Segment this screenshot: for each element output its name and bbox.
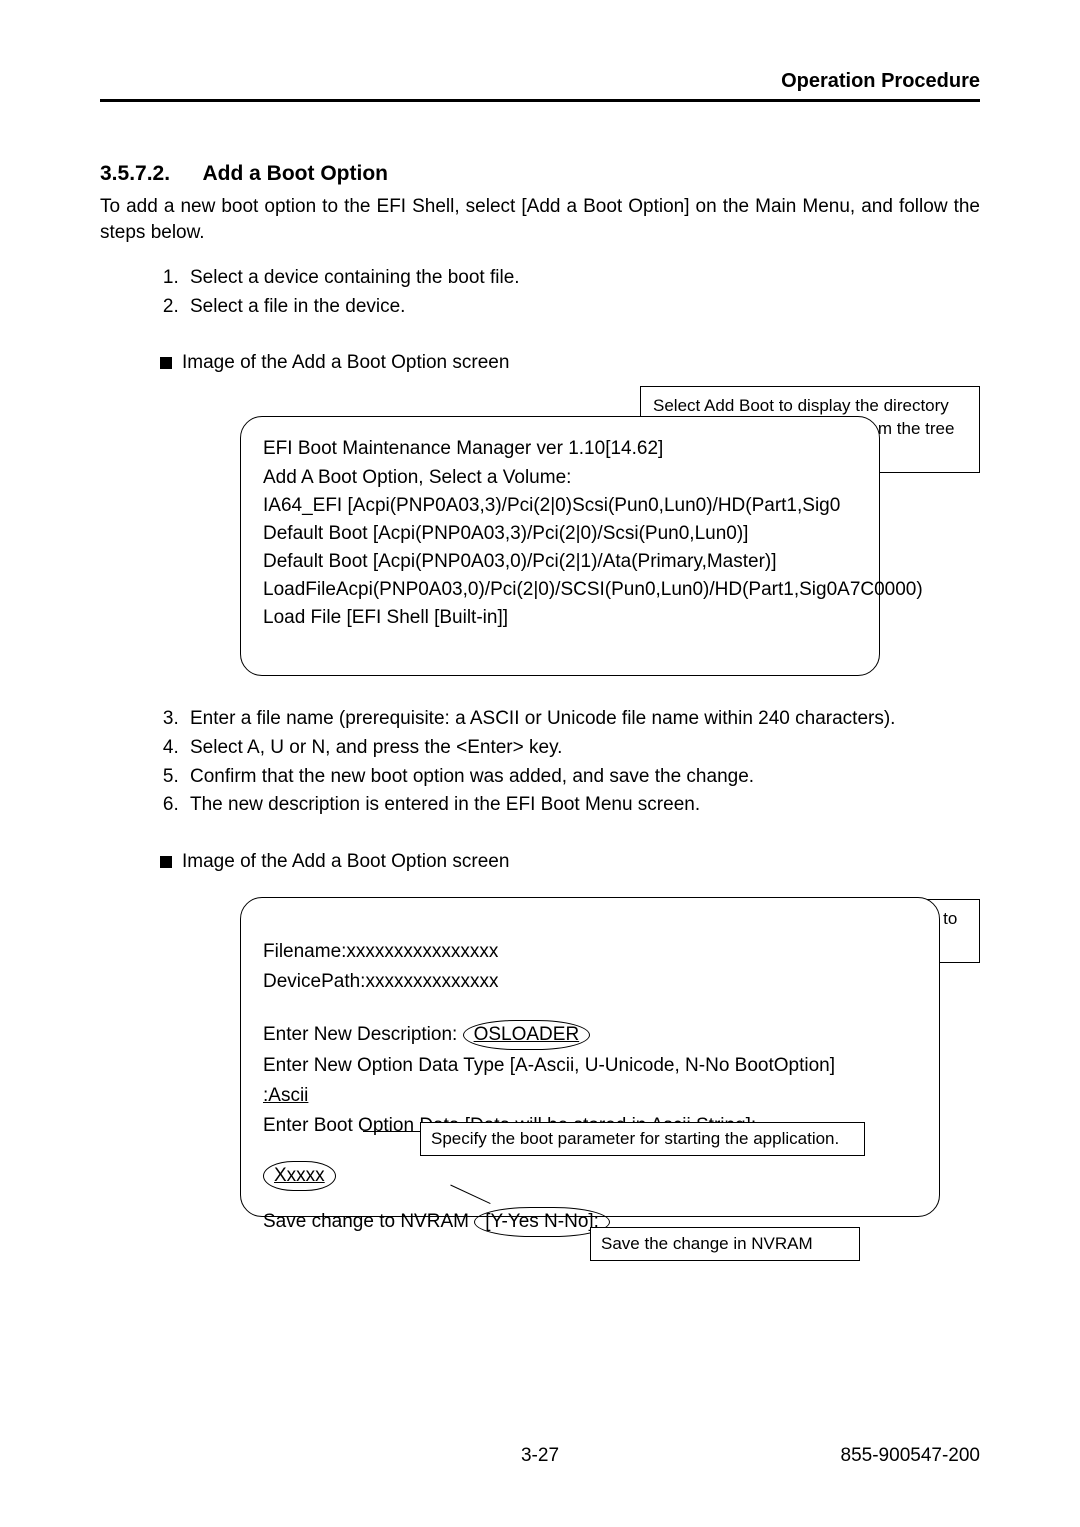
square-bullet-icon [160, 856, 172, 868]
square-bullet-icon [160, 357, 172, 369]
screen-mock-2: Filename:xxxxxxxxxxxxxxxx DevicePath:xxx… [240, 897, 940, 1217]
figure-1: Select Add Boot to display the directory… [140, 386, 980, 686]
step: The new description is entered in the EF… [184, 792, 980, 819]
screen-line: Load File [EFI Shell [Built-in]] [263, 604, 857, 632]
step: Select a file in the device. [184, 294, 980, 321]
step: Select a device containing the boot file… [184, 265, 980, 292]
intro-paragraph: To add a new boot option to the EFI Shel… [100, 194, 980, 245]
page-footer: 3-27 855-900547-200 [100, 1445, 980, 1467]
description-value-circled: OSLOADER [463, 1020, 591, 1050]
section-title: Add a Boot Option [203, 162, 388, 185]
steps-list-2: Enter a file name (prerequisite: a ASCII… [100, 706, 980, 818]
screen-line: Enter New Description: OSLOADER [263, 1020, 917, 1050]
boot-data-value-circled: Xxxxx [263, 1161, 336, 1191]
leader-line [363, 1131, 421, 1132]
page-header: Operation Procedure [100, 70, 980, 93]
filename-value: xxxxxxxxxxxxxxxx [346, 941, 498, 962]
step: Confirm that the new boot option was add… [184, 764, 980, 791]
figure-2: Specify the title of the new description… [140, 885, 980, 1275]
callout-box: Specify the boot parameter for starting … [420, 1122, 865, 1156]
header-rule [100, 99, 980, 102]
devicepath-value: xxxxxxxxxxxxxx [365, 971, 498, 992]
page-number: 3-27 [100, 1445, 980, 1467]
section-number: 3.5.7.2. [100, 162, 170, 185]
figure-caption-text: Image of the Add a Boot Option screen [182, 352, 509, 374]
screen-line: Enter New Option Data Type [A-Ascii, U-U… [263, 1052, 917, 1080]
description-label: Enter New Description: [263, 1024, 457, 1045]
filename-label: Filename: [263, 941, 346, 962]
steps-list-1: Select a device containing the boot file… [100, 265, 980, 320]
save-label: Save change to NVRAM [263, 1211, 469, 1232]
screen-mock-1: EFI Boot Maintenance Manager ver 1.10[14… [240, 416, 880, 676]
screen-line: Xxxxx [263, 1161, 917, 1191]
screen-line: Filename:xxxxxxxxxxxxxxxx [263, 938, 917, 966]
blank-line [263, 1193, 917, 1205]
screen-line: Add A Boot Option, Select a Volume: [263, 464, 857, 492]
screen-line: DevicePath:xxxxxxxxxxxxxx [263, 968, 917, 996]
step: Select A, U or N, and press the <Enter> … [184, 735, 980, 762]
blank-line [263, 998, 917, 1018]
screen-line: LoadFileAcpi(PNP0A03,0)/Pci(2|0)/SCSI(Pu… [263, 576, 857, 604]
devicepath-label: DevicePath: [263, 971, 365, 992]
step: Enter a file name (prerequisite: a ASCII… [184, 706, 980, 733]
screen-line: EFI Boot Maintenance Manager ver 1.10[14… [263, 435, 857, 463]
figure-caption-2: Image of the Add a Boot Option screen [160, 851, 980, 873]
callout-box: Save the change in NVRAM [590, 1227, 860, 1261]
figure-caption-text: Image of the Add a Boot Option screen [182, 851, 509, 873]
section-heading: 3.5.7.2. Add a Boot Option [100, 162, 980, 186]
data-type-value: :Ascii [263, 1082, 917, 1110]
screen-line: Default Boot [Acpi(PNP0A03,3)/Pci(2|0)/S… [263, 520, 857, 548]
figure-caption-1: Image of the Add a Boot Option screen [160, 352, 980, 374]
screen-line: IA64_EFI [Acpi(PNP0A03,3)/Pci(2|0)Scsi(P… [263, 492, 857, 520]
screen-line: Default Boot [Acpi(PNP0A03,0)/Pci(2|1)/A… [263, 548, 857, 576]
